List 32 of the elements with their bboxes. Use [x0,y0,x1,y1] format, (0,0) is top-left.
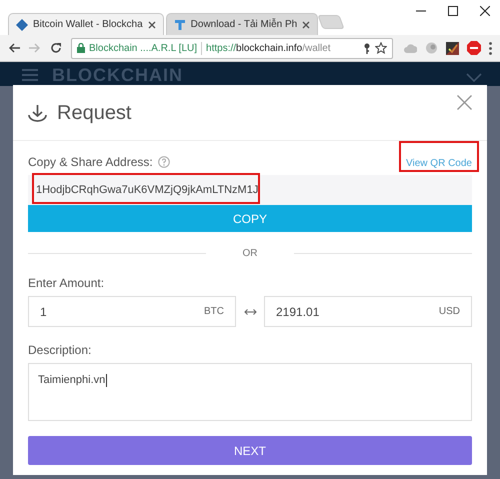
browser-tab[interactable]: Download - Tải Miễn Ph [166,13,318,35]
key-icon[interactable] [363,42,371,54]
close-icon[interactable] [148,20,156,28]
checkbox-icon[interactable] [446,42,459,54]
maximize-icon[interactable] [448,6,458,16]
field-label: Enter Amount: [28,275,106,292]
url-text: https://blockchain.info/wallet [206,42,332,56]
letter-t-icon [174,18,186,30]
field-label: Copy & Share Address: [28,154,153,170]
description-field[interactable]: Taimienphi.vn [28,363,472,421]
amount-field[interactable]: 1 BTC [28,296,236,327]
menu-icon[interactable] [489,42,492,54]
close-icon[interactable] [480,6,490,16]
currency-unit: BTC [204,305,224,319]
reload-icon[interactable] [50,42,62,54]
browser-tab[interactable]: Bitcoin Wallet - Blockcha [8,13,164,35]
security-label: Blockchain ....A.R.L [LU] [89,42,198,56]
stop-sign-icon[interactable] [467,41,481,55]
next-button[interactable]: NEXT [28,436,472,465]
star-icon[interactable] [375,42,387,54]
diamond-icon [16,18,28,30]
separator-text: OR [242,246,258,260]
double-arrow-icon [244,308,256,316]
fiat-amount-field[interactable]: 2191.01 USD [264,296,472,327]
back-arrow-icon[interactable] [8,43,20,53]
lock-icon [77,43,85,53]
address-bar[interactable]: Blockchain ....A.R.L [LU] https://blockchain.info/wallet [71,38,393,58]
currency-unit: USD [438,305,460,319]
download-icon [28,104,47,122]
dialog-title: Request [57,100,132,126]
field-label: Description: [28,342,92,359]
address-field[interactable]: 1HodjbCRqhGwa7uK6VMZjQ9jkAmLTNzM1J [28,175,472,205]
